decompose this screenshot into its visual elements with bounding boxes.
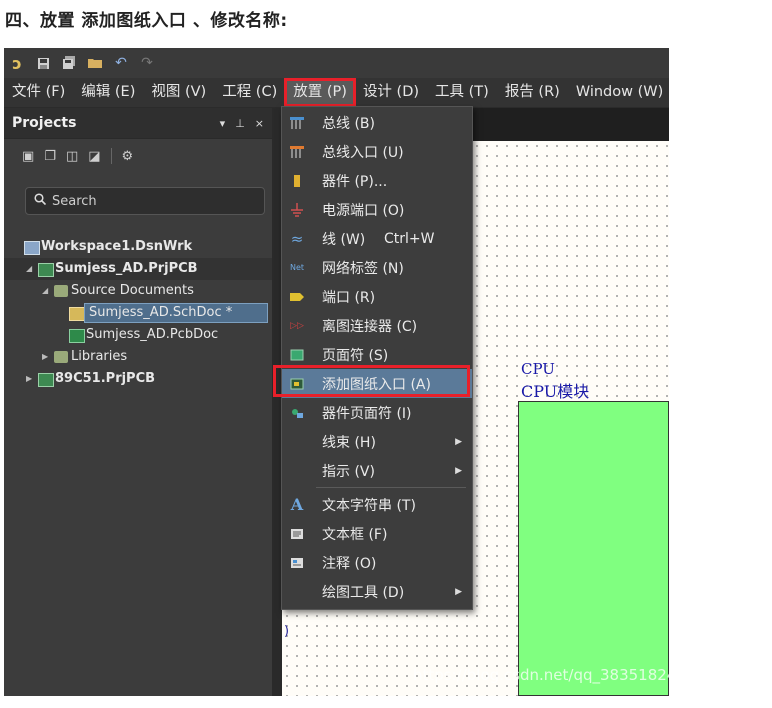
menu-window[interactable]: Window (W) <box>568 79 669 106</box>
save-all-icon[interactable] <box>56 50 82 76</box>
projects-search-input[interactable]: Search <box>25 187 265 215</box>
search-icon <box>34 193 47 209</box>
workspace-icon <box>24 241 40 255</box>
menu-item-add-sheet-entry[interactable]: 添加图纸入口 (A) <box>282 369 472 398</box>
device-sheet-symbol-icon <box>289 406 305 420</box>
tree-item-libraries[interactable]: ▶ Libraries <box>4 346 272 368</box>
net-label-icon: Net <box>289 263 305 272</box>
wire-shortcut: Ctrl+W <box>384 230 435 247</box>
place-menu-dropdown: 总线 (B) 总线入口 (U) 器件 (P)... 电源端口 (O) ≈ 线 (… <box>281 106 473 610</box>
text-string-icon: A <box>290 495 304 514</box>
menu-edit[interactable]: 编辑 (E) <box>73 79 143 106</box>
page-heading: 四、放置 添加图纸入口 、修改名称: <box>5 11 288 31</box>
open-folder-icon[interactable] <box>82 50 108 76</box>
port-icon <box>289 290 305 304</box>
menu-view[interactable]: 视图 (V) <box>143 79 214 106</box>
pcb-project-icon <box>38 263 54 277</box>
tree-item-schdoc[interactable]: Sumjess_AD.SchDoc * <box>4 302 272 324</box>
sheet-entry-icon <box>289 377 305 391</box>
menu-file[interactable]: 文件 (F) <box>4 79 73 106</box>
panel-menu-icon[interactable]: ▾ <box>220 117 226 130</box>
sheet-symbol-icon <box>289 348 305 362</box>
menu-item-text-string[interactable]: A 文本字符串 (T) <box>282 490 472 519</box>
menu-tools[interactable]: 工具 (T) <box>427 79 497 106</box>
note-icon <box>289 556 305 570</box>
menu-item-bus-entry[interactable]: 总线入口 (U) <box>282 137 472 166</box>
menu-item-note[interactable]: 注释 (O) <box>282 548 472 577</box>
menu-item-device-sheet-symbol[interactable]: 器件页面符 (I) <box>282 398 472 427</box>
submenu-arrow-icon: ▶ <box>455 436 462 447</box>
search-placeholder: Search <box>52 193 97 209</box>
sheet-designator-label[interactable]: CPU <box>521 360 555 378</box>
menu-reports[interactable]: 报告 (R) <box>497 79 568 106</box>
menu-item-part[interactable]: 器件 (P)... <box>282 166 472 195</box>
text-frame-icon <box>289 527 305 541</box>
undo-icon[interactable]: ↶ <box>108 50 134 76</box>
projects-panel-header: Projects ▾ ⊥ × <box>4 108 272 139</box>
panel-close-icon[interactable]: × <box>255 117 264 130</box>
expanded-arrow-icon[interactable]: ◢ <box>26 258 32 280</box>
pcb-doc-icon <box>69 329 85 343</box>
sheet-filename-label[interactable]: CPU模块 <box>521 378 589 402</box>
redo-icon[interactable]: ↷ <box>134 50 160 76</box>
bus-entry-icon <box>289 145 305 159</box>
tree-item-workspace[interactable]: Workspace1.DsnWrk <box>4 236 272 258</box>
projects-panel: Projects ▾ ⊥ × ▣ ❐ ◫ ◪ ⚙ Search Workspac… <box>4 108 272 696</box>
folder-options-icon[interactable]: ◪ <box>88 149 100 164</box>
bus-icon <box>289 116 305 130</box>
project-tree: Workspace1.DsnWrk ◢ Sumjess_AD.PrjPCB ◢ … <box>4 236 272 390</box>
collapsed-arrow-icon[interactable]: ▶ <box>26 368 32 390</box>
app-logo-icon[interactable]: ↄ <box>4 50 30 76</box>
menu-item-drawing-tools[interactable]: 绘图工具 (D) ▶ <box>282 577 472 606</box>
tree-item-pcbdoc[interactable]: Sumjess_AD.PcbDoc <box>4 324 272 346</box>
toolbar-separator <box>110 148 112 164</box>
schematic-doc-icon <box>69 307 85 321</box>
folder-icon <box>54 285 68 297</box>
project-options-icon[interactable]: ◫ <box>66 149 78 164</box>
tree-item-source-documents[interactable]: ◢ Source Documents <box>4 280 272 302</box>
menu-item-text-frame[interactable]: 文本框 (F) <box>282 519 472 548</box>
menu-item-directives[interactable]: 指示 (V) ▶ <box>282 456 472 485</box>
folder-icon <box>54 351 68 363</box>
collapsed-arrow-icon[interactable]: ▶ <box>42 346 48 368</box>
menu-project[interactable]: 工程 (C) <box>214 79 285 106</box>
menu-separator <box>316 487 466 488</box>
gear-icon[interactable]: ⚙ <box>122 149 134 164</box>
watermark-text: https://blog.csdn.net/qq_38351824 <box>413 666 677 684</box>
projects-panel-title: Projects <box>12 115 77 131</box>
menu-item-harness[interactable]: 线束 (H) ▶ <box>282 427 472 456</box>
off-sheet-connector-icon: ▷▷ <box>290 320 304 331</box>
menu-item-net-label[interactable]: Net 网络标签 (N) <box>282 253 472 282</box>
quick-access-toolbar: ↄ ↶ ↷ <box>4 48 669 78</box>
tree-item-sumjess-project[interactable]: ◢ Sumjess_AD.PrjPCB <box>4 258 272 280</box>
canvas-edge-mark: ) <box>284 624 290 639</box>
menu-item-sheet-symbol[interactable]: 页面符 (S) <box>282 340 472 369</box>
part-icon <box>289 174 305 188</box>
pcb-project-icon <box>38 373 54 387</box>
expanded-arrow-icon[interactable]: ◢ <box>42 280 48 302</box>
compile-project-icon[interactable]: ❐ <box>44 149 56 164</box>
main-menubar: 文件 (F) 编辑 (E) 视图 (V) 工程 (C) 放置 (P) 设计 (D… <box>4 78 669 107</box>
save-project-icon[interactable]: ▣ <box>22 149 34 164</box>
submenu-arrow-icon: ▶ <box>455 465 462 476</box>
projects-panel-toolbar: ▣ ❐ ◫ ◪ ⚙ <box>4 139 272 173</box>
wire-icon: ≈ <box>290 229 304 248</box>
menu-item-wire[interactable]: ≈ 线 (W) Ctrl+W <box>282 224 472 253</box>
sheet-symbol-block[interactable] <box>518 401 669 696</box>
submenu-arrow-icon: ▶ <box>455 586 462 597</box>
tree-item-89c51-project[interactable]: ▶ 89C51.PrjPCB <box>4 368 272 390</box>
menu-item-off-sheet-connector[interactable]: ▷▷ 离图连接器 (C) <box>282 311 472 340</box>
power-port-icon <box>289 202 305 217</box>
panel-pin-icon[interactable]: ⊥ <box>235 117 245 130</box>
save-icon[interactable] <box>30 50 56 76</box>
menu-design[interactable]: 设计 (D) <box>355 79 427 106</box>
menu-item-power-port[interactable]: 电源端口 (O) <box>282 195 472 224</box>
menu-place[interactable]: 放置 (P) <box>284 78 356 107</box>
menu-item-port[interactable]: 端口 (R) <box>282 282 472 311</box>
menu-item-bus[interactable]: 总线 (B) <box>282 108 472 137</box>
